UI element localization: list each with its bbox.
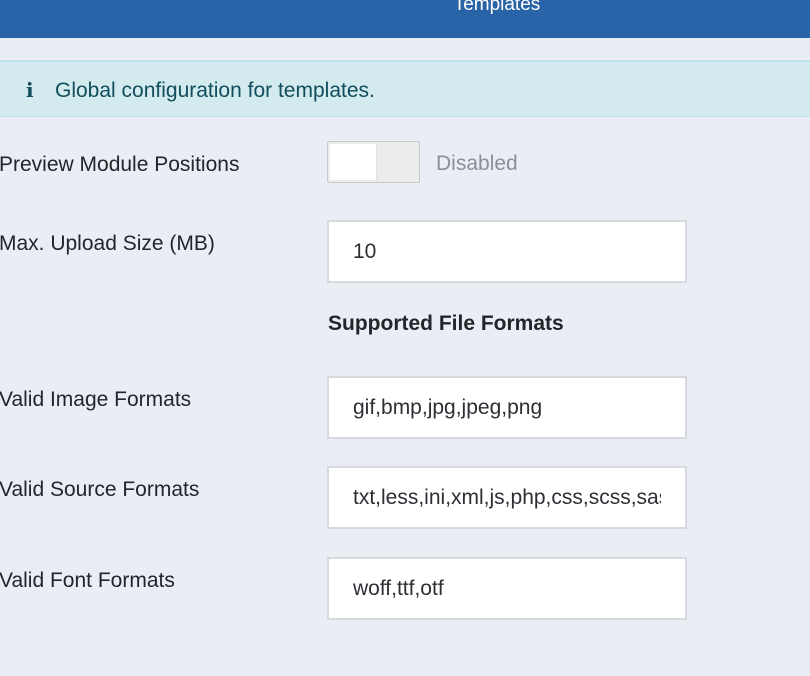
source-formats-label: Valid Source Formats bbox=[0, 478, 200, 501]
image-formats-input[interactable] bbox=[327, 376, 687, 439]
toggle-knob bbox=[330, 144, 377, 180]
source-formats-input[interactable] bbox=[327, 466, 687, 529]
font-formats-input[interactable] bbox=[327, 557, 687, 620]
toggle-state-label: Disabled bbox=[436, 152, 518, 175]
upload-size-input[interactable] bbox=[327, 220, 687, 283]
info-alert: i Global configuration for templates. bbox=[0, 60, 810, 117]
image-formats-label: Valid Image Formats bbox=[0, 388, 192, 411]
info-icon: i bbox=[26, 78, 34, 102]
alert-text: Global configuration for templates. bbox=[55, 79, 375, 102]
section-heading: Supported File Formats bbox=[328, 312, 564, 335]
page-title: Templates bbox=[453, 0, 541, 15]
preview-positions-label: Preview Module Positions bbox=[0, 153, 240, 176]
preview-positions-toggle[interactable] bbox=[327, 141, 420, 183]
header-bar: Templates bbox=[0, 0, 810, 38]
font-formats-label: Valid Font Formats bbox=[0, 569, 175, 592]
upload-size-label: Max. Upload Size (MB) bbox=[0, 232, 215, 255]
